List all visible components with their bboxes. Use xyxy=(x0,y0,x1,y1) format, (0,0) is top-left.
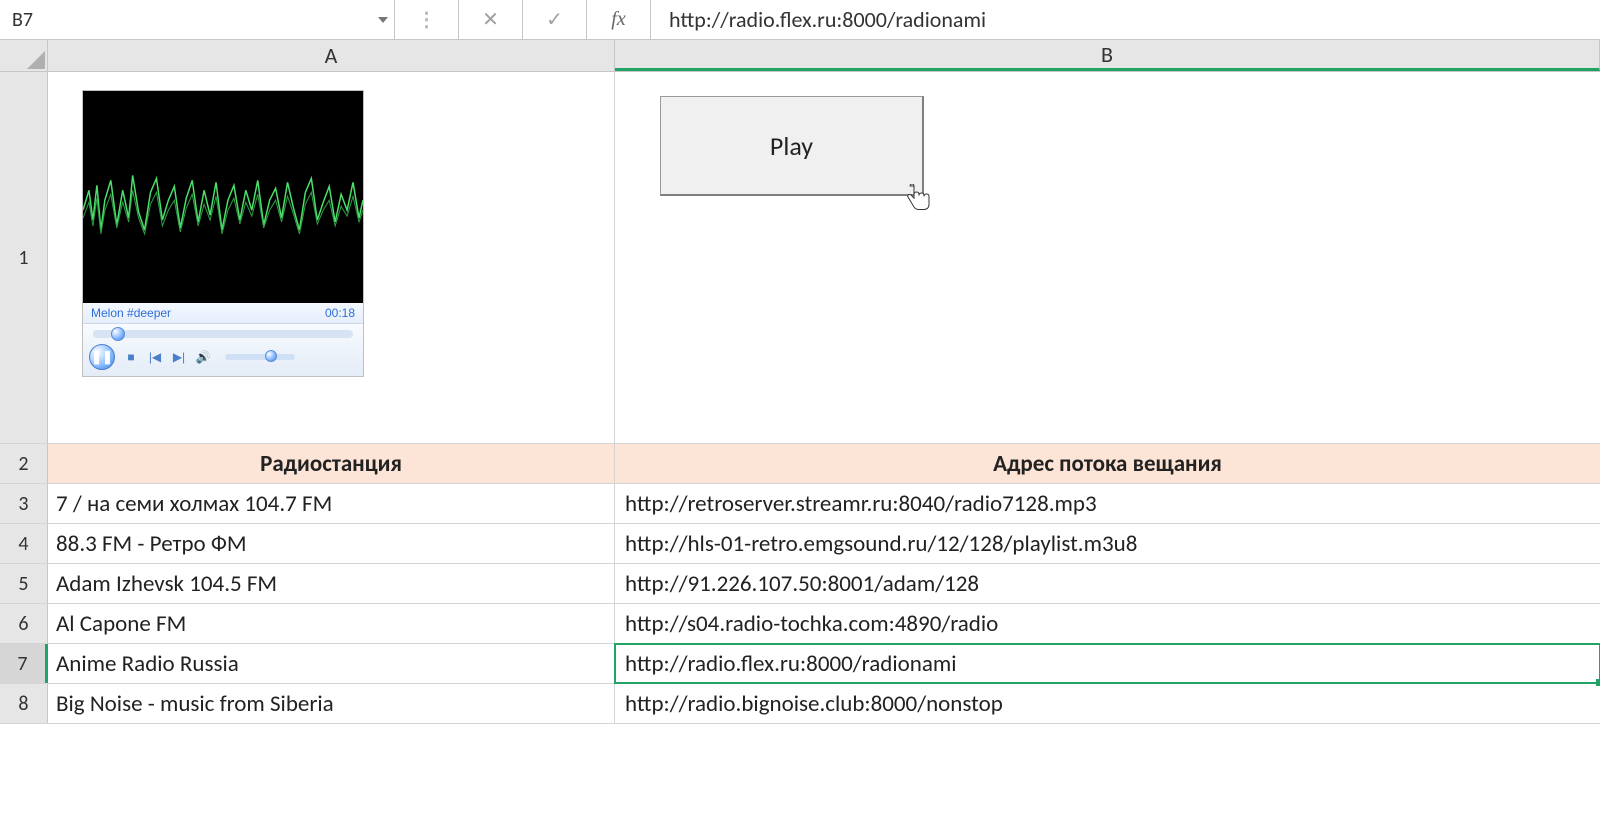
play-button-label: Play xyxy=(770,130,813,162)
formula-input[interactable]: http://radio.flex.ru:8000/radionami xyxy=(651,0,1600,39)
cell-station-url[interactable]: http://radio.flex.ru:8000/radionami xyxy=(615,644,1600,683)
fx-label: fx xyxy=(611,8,625,31)
next-button[interactable]: ▶| xyxy=(171,349,187,365)
table-row: 5 Adam Izhevsk 104.5 FM http://91.226.10… xyxy=(0,564,1600,604)
player-controls: ❚❚ ■ |◀ ▶| 🔊 xyxy=(83,323,363,376)
select-all-corner[interactable] xyxy=(0,40,48,71)
now-playing-bar: Melon #deeper 00:18 xyxy=(83,303,363,323)
visualizer xyxy=(83,91,363,303)
cancel-formula-button: ✕ xyxy=(459,0,523,39)
name-box[interactable]: B7 xyxy=(0,0,395,39)
cell-station-url[interactable]: http://retroserver.streamr.ru:8040/radio… xyxy=(615,484,1600,523)
track-elapsed: 00:18 xyxy=(325,306,355,320)
stop-button[interactable]: ■ xyxy=(123,349,139,365)
pause-button[interactable]: ❚❚ xyxy=(89,344,115,370)
cell-station-name[interactable]: Anime Radio Russia xyxy=(48,644,615,683)
formula-more-icon: ⋮ xyxy=(395,0,459,39)
column-header-A[interactable]: A xyxy=(48,40,615,71)
volume-icon[interactable]: 🔊 xyxy=(195,349,211,365)
insert-function-button[interactable]: fx xyxy=(587,0,651,39)
volume-slider[interactable] xyxy=(225,354,295,360)
formula-bar-buttons: ⋮ ✕ ✓ fx xyxy=(395,0,651,39)
track-title: Melon #deeper xyxy=(91,306,171,320)
formula-bar: B7 ⋮ ✕ ✓ fx http://radio.flex.ru:8000/ra… xyxy=(0,0,1600,40)
cell-station-name[interactable]: 88.3 FM - Ретро ФМ xyxy=(48,524,615,563)
cell-station-url[interactable]: http://hls-01-retro.emgsound.ru/12/128/p… xyxy=(615,524,1600,563)
prev-button[interactable]: |◀ xyxy=(147,349,163,365)
row-header[interactable]: 2 xyxy=(0,444,48,483)
cell-station-name[interactable]: 7 / на семи холмах 104.7 FM xyxy=(48,484,615,523)
row-header[interactable]: 8 xyxy=(0,684,48,723)
table-row: 2 Радиостанция Адрес потока вещания xyxy=(0,444,1600,484)
table-row: 4 88.3 FM - Ретро ФМ http://hls-01-retro… xyxy=(0,524,1600,564)
row-header[interactable]: 3 xyxy=(0,484,48,523)
formula-value: http://radio.flex.ru:8000/radionami xyxy=(669,6,986,33)
row-header[interactable]: 1 xyxy=(0,72,48,443)
play-macro-button[interactable]: Play xyxy=(660,96,924,196)
column-header-B[interactable]: B xyxy=(615,40,1600,71)
cell-station-name[interactable]: Al Capone FM xyxy=(48,604,615,643)
volume-knob[interactable] xyxy=(265,350,277,362)
worksheet-grid: 1 2 Радиостанция Адрес потока вещания 3 … xyxy=(0,72,1600,724)
cell-A2[interactable]: Радиостанция xyxy=(48,444,615,483)
table-row: 8 Big Noise - music from Siberia http://… xyxy=(0,684,1600,724)
cell-B2[interactable]: Адрес потока вещания xyxy=(615,444,1600,483)
table-row: 7 Anime Radio Russia http://radio.flex.r… xyxy=(0,644,1600,684)
table-row: 6 Al Capone FM http://s04.radio-tochka.c… xyxy=(0,604,1600,644)
table-row: 3 7 / на семи холмах 104.7 FM http://ret… xyxy=(0,484,1600,524)
enter-formula-button: ✓ xyxy=(523,0,587,39)
row-header[interactable]: 6 xyxy=(0,604,48,643)
cell-station-url[interactable]: http://91.226.107.50:8001/adam/128 xyxy=(615,564,1600,603)
row-header[interactable]: 7 xyxy=(0,644,48,683)
media-player[interactable]: Melon #deeper 00:18 ❚❚ ■ |◀ ▶| 🔊 xyxy=(82,90,364,377)
cell-station-url[interactable]: http://radio.bignoise.club:8000/nonstop xyxy=(615,684,1600,723)
cell-station-name[interactable]: Adam Izhevsk 104.5 FM xyxy=(48,564,615,603)
cell-station-url[interactable]: http://s04.radio-tochka.com:4890/radio xyxy=(615,604,1600,643)
seek-bar[interactable] xyxy=(93,330,353,338)
chevron-down-icon[interactable] xyxy=(378,17,388,23)
row-header[interactable]: 4 xyxy=(0,524,48,563)
header-label: Радиостанция xyxy=(260,450,402,478)
header-label: Адрес потока вещания xyxy=(993,450,1222,478)
name-box-value: B7 xyxy=(12,8,33,32)
column-headers: A B xyxy=(0,40,1600,72)
cell-station-name[interactable]: Big Noise - music from Siberia xyxy=(48,684,615,723)
row-header[interactable]: 5 xyxy=(0,564,48,603)
seek-knob[interactable] xyxy=(111,327,125,341)
